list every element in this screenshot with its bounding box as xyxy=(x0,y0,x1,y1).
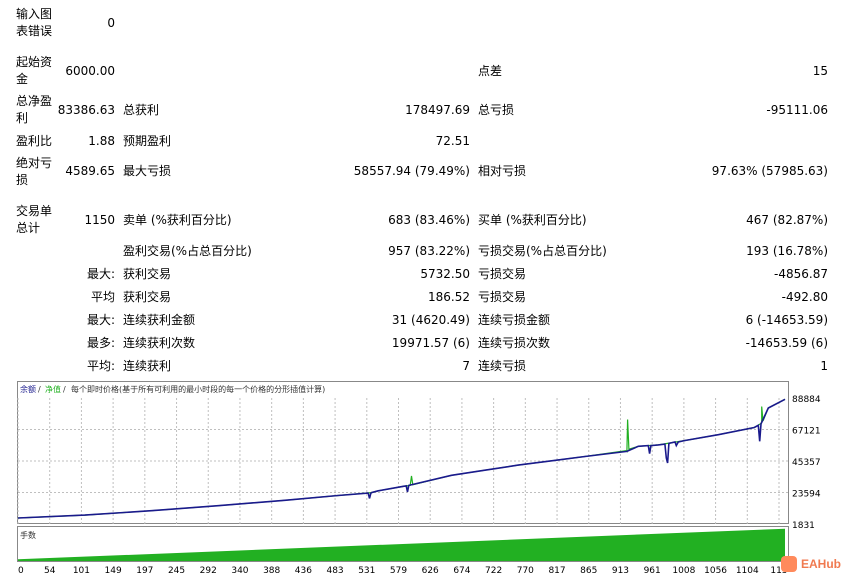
x-tick-label: 436 xyxy=(295,566,312,576)
max-consec-loss-count-label: 连续亏损次数 xyxy=(478,336,551,350)
x-tick-label: 913 xyxy=(612,566,629,576)
x-tick-label: 340 xyxy=(231,566,248,576)
legend-sep2: / xyxy=(63,385,66,394)
legend-sep1: / xyxy=(38,385,41,394)
spread-value: 15 xyxy=(812,64,828,78)
x-tick-label: 101 xyxy=(73,566,90,576)
net-profit-value: 83386.63 xyxy=(57,103,115,117)
x-tick-label: 54 xyxy=(44,566,56,576)
x-tick-label: 626 xyxy=(422,566,439,576)
max-consec-win-amount-label: 连续获利金额 xyxy=(123,313,196,327)
legend-balance: 余额 xyxy=(20,384,36,394)
largest-win-value: 5732.50 xyxy=(420,267,470,281)
total-trades-label: 交易单总计 xyxy=(16,204,53,235)
y-tick-label: 88884 xyxy=(792,395,821,405)
max-consec-win-count-label: 连续获利次数 xyxy=(123,336,196,350)
main-plot-frame xyxy=(17,381,789,524)
relative-drawdown-value: 97.63% (57985.63) xyxy=(711,164,828,178)
largest-loss-value: -4856.87 xyxy=(774,267,828,281)
profit-trades-label: 盈利交易(%占总百分比) xyxy=(123,244,252,258)
gross-loss-value: -95111.06 xyxy=(766,103,828,117)
average-win-value: 186.52 xyxy=(428,290,470,304)
x-tick-label: 1056 xyxy=(704,566,727,576)
x-axis-ticks: 0 54 101 149 197 245 292 340 388 436 483 531 579 626 6… xyxy=(18,566,788,576)
y-tick-label: 23594 xyxy=(792,490,821,500)
x-tick-label: 579 xyxy=(390,566,407,576)
chart-errors-label: 输入图表错误 xyxy=(16,7,53,38)
avg-consec-loss-value: 1 xyxy=(820,359,828,373)
x-tick-label: 722 xyxy=(485,566,502,576)
y-tick-label: 1831 xyxy=(792,521,815,531)
average-loss-label: 亏损交易 xyxy=(478,290,527,304)
x-tick-label: 531 xyxy=(358,566,375,576)
legend-description: 每个即时价格(基于所有可利用的最小时段的每一个价格的分形插值计算) xyxy=(71,384,325,394)
long-positions-label: 买单 (%获利百分比) xyxy=(478,213,587,227)
gross-loss-label: 总亏损 xyxy=(478,103,515,117)
y-tick-label: 67121 xyxy=(792,427,821,437)
max-consec-amount-prefix: 最大: xyxy=(86,313,115,327)
initial-deposit-value: 6000.00 xyxy=(65,64,115,78)
max-consec-loss-count-value: -14653.59 (6) xyxy=(745,336,828,350)
avg-consec-win-label: 连续获利 xyxy=(123,359,172,373)
spread-label: 点差 xyxy=(478,64,503,78)
relative-drawdown-label: 相对亏损 xyxy=(478,164,527,178)
x-tick-label: 197 xyxy=(136,566,153,576)
x-tick-label: 149 xyxy=(105,566,122,576)
largest-prefix: 最大: xyxy=(86,267,115,281)
max-consec-win-amount-value: 31 (4620.49) xyxy=(391,313,470,327)
profit-factor-value: 1.88 xyxy=(88,134,115,148)
maximal-drawdown-value: 58557.94 (79.49%) xyxy=(353,164,470,178)
initial-deposit-label: 起始资金 xyxy=(16,55,53,86)
largest-loss-label: 亏损交易 xyxy=(478,267,527,281)
x-tick-label: 292 xyxy=(200,566,217,576)
total-trades-value: 1150 xyxy=(84,213,115,227)
average-win-label: 获利交易 xyxy=(123,290,172,304)
legend-equity: 净值 xyxy=(45,384,61,394)
average-prefix: 平均 xyxy=(90,290,115,304)
x-tick-label: 483 xyxy=(326,566,343,576)
chart-errors-value: 0 xyxy=(107,16,115,30)
x-tick-label: 674 xyxy=(453,566,470,576)
gross-profit-value: 178497.69 xyxy=(405,103,470,117)
y-tick-label: 45357 xyxy=(792,458,821,468)
short-positions-label: 卖单 (%获利百分比) xyxy=(123,213,232,227)
avg-consec-win-value: 7 xyxy=(462,359,470,373)
eahub-logo-text: EAHub xyxy=(801,557,841,571)
max-consec-win-count-value: 19971.57 (6) xyxy=(391,336,470,350)
max-consec-count-prefix: 最多: xyxy=(86,336,115,350)
x-tick-label: 0 xyxy=(18,566,24,576)
expected-payoff-label: 预期盈利 xyxy=(123,134,172,148)
absolute-drawdown-value: 4589.65 xyxy=(65,164,115,178)
equity-chart: 余额 / 净值 / 每个即时价格(基于所有可利用的最小时段的每一个价格的分形插值… xyxy=(17,381,821,576)
expected-payoff-value: 72.51 xyxy=(435,134,470,148)
loss-trades-label: 亏损交易(%占总百分比) xyxy=(478,244,607,258)
volume-label: 手数 xyxy=(20,530,36,540)
loss-trades-value: 193 (16.78%) xyxy=(746,244,828,258)
eahub-logo-icon xyxy=(781,556,797,572)
average-loss-value: -492.80 xyxy=(781,290,828,304)
profit-factor-label: 盈利比 xyxy=(16,134,53,148)
gross-profit-label: 总获利 xyxy=(123,103,160,117)
x-tick-label: 865 xyxy=(580,566,597,576)
absolute-drawdown-label: 绝对亏损 xyxy=(16,156,53,187)
largest-win-label: 获利交易 xyxy=(123,267,172,281)
long-positions-value: 467 (82.87%) xyxy=(746,213,828,227)
maximal-drawdown-label: 最大亏损 xyxy=(123,164,172,178)
x-tick-label: 1008 xyxy=(672,566,695,576)
x-tick-label: 1104 xyxy=(736,566,759,576)
avg-consec-prefix: 平均: xyxy=(86,359,115,373)
x-tick-label: 961 xyxy=(644,566,661,576)
x-tick-label: 770 xyxy=(517,566,534,576)
x-tick-label: 817 xyxy=(548,566,565,576)
x-tick-label: 245 xyxy=(168,566,185,576)
y-axis-ticks: 88884 67121 45357 23594 1831 xyxy=(792,395,821,531)
x-tick-label: 388 xyxy=(263,566,280,576)
avg-consec-loss-label: 连续亏损 xyxy=(478,359,527,373)
profit-trades-value: 957 (83.22%) xyxy=(388,244,470,258)
eahub-logo: EAHub xyxy=(781,554,849,576)
max-consec-loss-amount-label: 连续亏损金额 xyxy=(478,313,551,327)
short-positions-value: 683 (83.46%) xyxy=(388,213,470,227)
max-consec-loss-amount-value: 6 (-14653.59) xyxy=(745,313,828,327)
net-profit-label: 总净盈利 xyxy=(16,94,53,125)
